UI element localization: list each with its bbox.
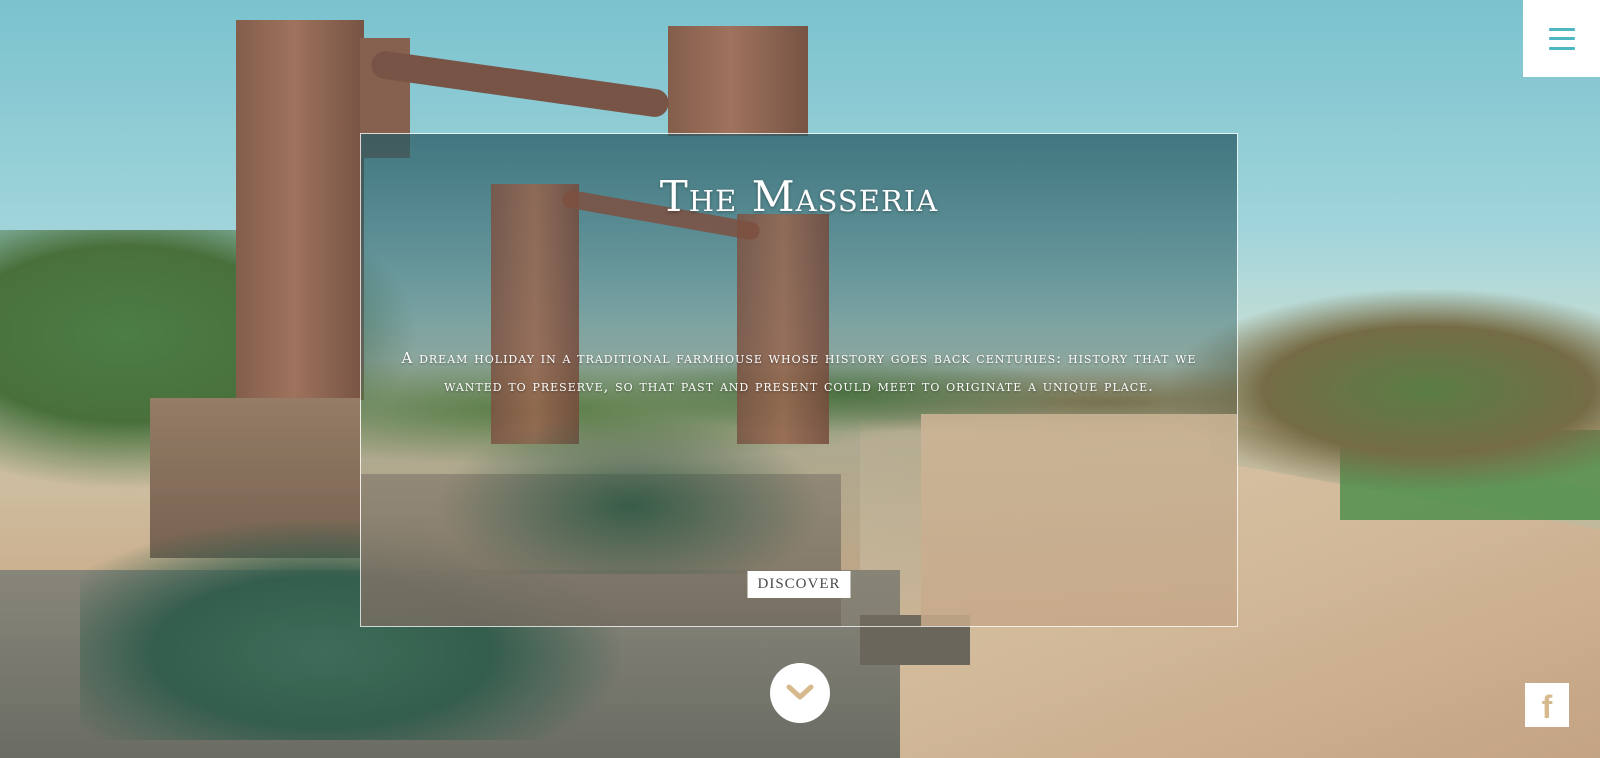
facebook-icon: f — [1541, 689, 1553, 725]
facebook-button[interactable]: f — [1525, 683, 1569, 727]
page-title: The Masseria — [659, 172, 939, 221]
chevron-down-icon — [786, 684, 814, 700]
hero-card: The Masseria A dream holiday in a tradit… — [360, 133, 1238, 627]
scroll-down-button[interactable] — [770, 663, 830, 723]
card-road — [921, 414, 1237, 626]
hamburger-icon — [1548, 27, 1575, 50]
menu-button[interactable] — [1523, 0, 1600, 77]
discover-button[interactable]: DISCOVER — [747, 571, 851, 598]
hero-description: A dream holiday in a traditional farmhou… — [401, 349, 1197, 395]
card-aloe — [421, 404, 841, 574]
